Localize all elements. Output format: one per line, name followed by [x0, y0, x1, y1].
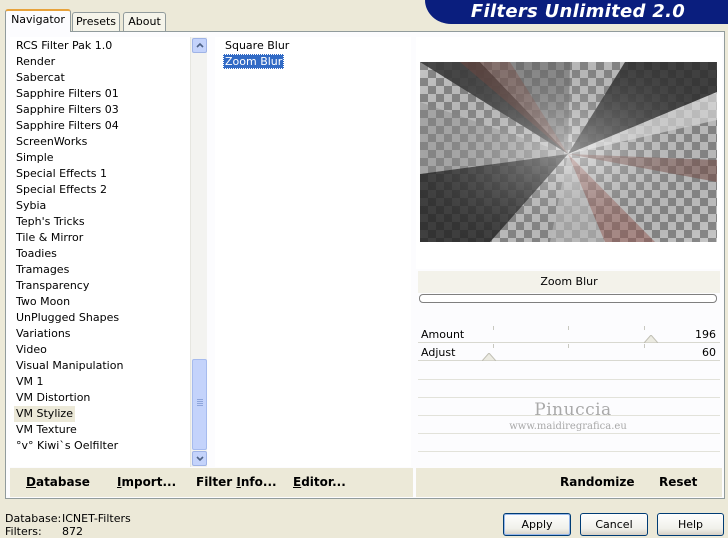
import-button[interactable]: Import... — [117, 475, 176, 489]
category-item[interactable]: VM 1 — [16, 374, 44, 390]
scroll-down-button[interactable] — [192, 451, 207, 466]
amount-slider[interactable]: Amount 196 — [418, 326, 720, 344]
tab-navigator[interactable]: Navigator — [5, 9, 71, 32]
amount-label: Amount — [421, 328, 465, 341]
category-item[interactable]: Visual Manipulation — [16, 358, 123, 374]
category-item[interactable]: Transparency — [16, 278, 89, 294]
category-item[interactable]: Video — [16, 342, 47, 358]
reset-button[interactable]: Reset — [659, 475, 697, 489]
progress-bar — [419, 294, 717, 303]
filter-info-button[interactable]: Filter Info... — [196, 475, 277, 489]
category-item[interactable]: UnPlugged Shapes — [16, 310, 119, 326]
database-button[interactable]: Database — [26, 475, 90, 489]
editor-button[interactable]: Editor... — [293, 475, 346, 489]
category-item[interactable]: °v° Kiwi`s Oelfilter — [16, 438, 118, 454]
category-item[interactable]: Sapphire Filters 04 — [16, 118, 119, 134]
slider-divider — [418, 433, 720, 434]
scroll-up-button[interactable] — [192, 38, 207, 53]
filter-item[interactable]: Square Blur — [223, 38, 291, 53]
status-database: Database:ICNET-Filters — [5, 512, 131, 525]
preview-image — [420, 62, 717, 242]
category-list[interactable]: RCS Filter Pak 1.0 Render Sabercat Sapphire… — [10, 37, 190, 467]
preview-filter-name: Zoom Blur — [418, 271, 720, 293]
amount-value: 196 — [695, 328, 716, 341]
category-item[interactable]: Special Effects 1 — [16, 166, 107, 182]
help-button[interactable]: Help — [657, 513, 724, 536]
category-item[interactable]: Sapphire Filters 01 — [16, 86, 119, 102]
adjust-value: 60 — [702, 346, 716, 359]
category-item[interactable]: Tile & Mirror — [16, 230, 83, 246]
randomize-button[interactable]: Randomize — [560, 475, 634, 489]
amount-slider-thumb[interactable] — [644, 335, 658, 343]
apply-button[interactable]: Apply — [503, 513, 571, 536]
category-item[interactable]: Sybia — [16, 198, 46, 214]
category-item[interactable]: Two Moon — [16, 294, 70, 310]
app-title: Filters Unlimited 2.0 — [470, 1, 686, 22]
status-filters: Filters: 872 — [5, 525, 83, 538]
watermark-site: www.maidiregrafica.eu — [509, 421, 627, 432]
category-item[interactable]: RCS Filter Pak 1.0 — [16, 38, 112, 54]
adjust-label: Adjust — [421, 346, 456, 359]
adjust-slider-thumb[interactable] — [482, 353, 496, 361]
category-item[interactable]: Sabercat — [16, 70, 65, 86]
category-item[interactable]: Simple — [16, 150, 54, 166]
watermark-name: Pinuccia — [534, 400, 612, 420]
category-item[interactable]: Special Effects 2 — [16, 182, 107, 198]
adjust-slider[interactable]: Adjust 60 — [418, 344, 720, 362]
filter-item[interactable]: Zoom Blur — [223, 54, 285, 69]
category-item[interactable]: VM Texture — [16, 422, 77, 438]
tab-about[interactable]: About — [123, 12, 166, 31]
slider-divider — [418, 379, 720, 380]
category-item[interactable]: VM Stylize — [14, 406, 75, 422]
scroll-thumb[interactable] — [192, 359, 207, 450]
slider-divider — [418, 451, 720, 452]
filter-list[interactable]: Square Blur Zoom Blur — [215, 37, 411, 467]
category-item[interactable]: Sapphire Filters 03 — [16, 102, 119, 118]
category-item[interactable]: Variations — [16, 326, 71, 342]
chevron-up-icon — [196, 42, 204, 48]
tab-presets[interactable]: Presets — [72, 12, 120, 31]
category-item[interactable]: Tramages — [16, 262, 69, 278]
category-item[interactable]: VM Distortion — [16, 390, 90, 406]
slider-divider — [418, 397, 720, 398]
category-item[interactable]: Teph's Tricks — [16, 214, 85, 230]
category-item[interactable]: ScreenWorks — [16, 134, 87, 150]
category-item[interactable]: Render — [16, 54, 55, 70]
category-scrollbar[interactable] — [190, 37, 207, 467]
chevron-down-icon — [196, 456, 204, 462]
cancel-button[interactable]: Cancel — [580, 513, 648, 536]
category-item[interactable]: Toadies — [16, 246, 57, 262]
